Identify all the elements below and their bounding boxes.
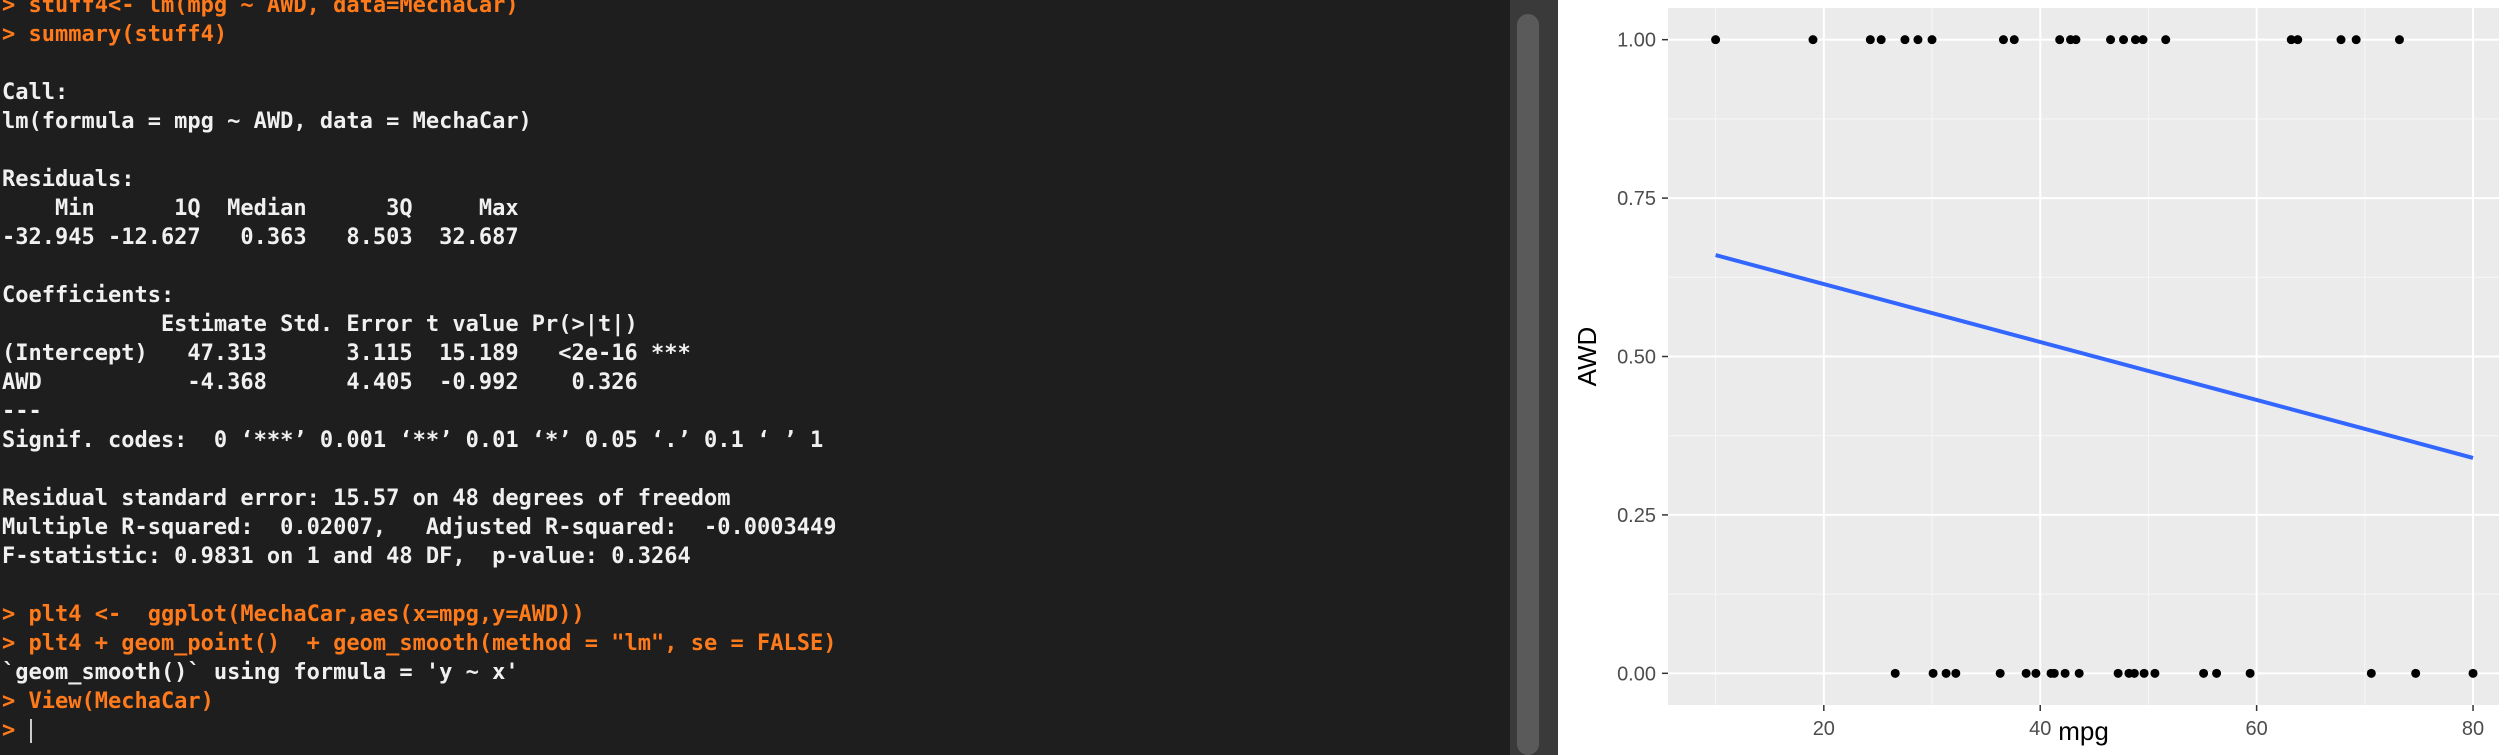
console-output-line: --- (2, 399, 42, 424)
console-output-line: F-statistic: 0.9831 on 1 and 48 DF, p-va… (2, 544, 691, 569)
console-output-line: Residuals: (2, 167, 135, 192)
scatter-plot: 20 40 60 80 0.00 0.25 0.50 0.75 1.00 mpg AWD (1572, 8, 2499, 746)
data-point (2113, 668, 2123, 678)
data-point (1865, 35, 1875, 45)
data-point (2212, 668, 2222, 678)
console-command-line: > plt4 + geom_point() + geom_smooth(meth… (2, 631, 837, 656)
y-tick-label: 0.25 (1617, 505, 1656, 527)
data-point (1876, 35, 1886, 45)
data-point (2055, 35, 2065, 45)
data-point (1808, 35, 1818, 45)
data-point (2139, 668, 2149, 678)
data-point (1941, 668, 1951, 678)
data-point (1913, 35, 1923, 45)
y-axis-title: AWD (1572, 327, 1602, 387)
console-output-line: lm(formula = mpg ~ AWD, data = MechaCar) (2, 109, 532, 134)
data-point (2021, 668, 2031, 678)
console-command-line: > (2, 718, 29, 743)
console-command-line: > plt4 <- ggplot(MechaCar,aes(x=mpg,y=AW… (2, 602, 585, 627)
console-output-line: Min 1Q Median 3Q Max (2, 196, 532, 221)
data-point (2351, 35, 2361, 45)
data-point (2060, 668, 2070, 678)
console-output-line: Estimate Std. Error t value Pr(>|t|) (2, 312, 691, 337)
console-output-line: AWD -4.368 4.405 -0.992 0.326 (2, 370, 691, 395)
console-output-line: (Intercept) 47.313 3.115 15.189 <2e-16 *… (2, 341, 691, 366)
console-scrollbar[interactable] (1517, 14, 1539, 755)
y-tick-label: 1.00 (1617, 30, 1656, 52)
data-point (1951, 668, 1961, 678)
data-point (2468, 668, 2478, 678)
console-output-line: `geom_smooth()` using formula = 'y ~ x' (2, 660, 519, 685)
console-output-line: Call: (2, 80, 69, 105)
data-point (2009, 35, 2019, 45)
data-point (1890, 668, 1900, 678)
text-cursor (30, 719, 32, 743)
data-point (2071, 35, 2081, 45)
data-point (2245, 668, 2255, 678)
data-point (1711, 35, 1721, 45)
data-point (1998, 35, 2008, 45)
data-point (1995, 668, 2005, 678)
r-console[interactable]: > stuff4<- lm(mpg ~ AWD, data=MechaCar) >… (0, 0, 1510, 755)
data-point (2199, 668, 2209, 678)
x-tick-label: 60 (2246, 718, 2268, 740)
console-command-line: > View(MechaCar) (2, 689, 214, 714)
data-point (1927, 35, 1937, 45)
x-tick-label: 40 (2029, 718, 2051, 740)
data-point (2394, 35, 2404, 45)
data-point (2106, 35, 2116, 45)
x-tick-label: 80 (2462, 718, 2484, 740)
data-point (1928, 668, 1938, 678)
console-output-line: Residual standard error: 15.57 on 48 deg… (2, 486, 731, 511)
data-point (2049, 668, 2059, 678)
console-command-line: > stuff4<- lm(mpg ~ AWD, data=MechaCar) (2, 0, 519, 18)
x-tick-label: 20 (1813, 718, 1835, 740)
data-point (2336, 35, 2346, 45)
data-point (2161, 35, 2171, 45)
data-point (2129, 668, 2139, 678)
console-command-line: > summary(stuff4) (2, 22, 228, 47)
data-point (2138, 35, 2148, 45)
x-axis-title: mpg (2058, 716, 2109, 746)
console-output-line: Signif. codes: 0 ‘***’ 0.001 ‘**’ 0.01 ‘… (2, 428, 824, 453)
y-tick-label: 0.75 (1617, 188, 1656, 210)
data-point (2119, 35, 2129, 45)
console-output-line: Coefficients: (2, 283, 175, 308)
data-point (2293, 35, 2303, 45)
console-output-line: -32.945 -12.627 0.363 8.503 32.687 (2, 225, 532, 250)
y-tick-label: 0.00 (1617, 663, 1656, 685)
console-output-line: Multiple R-squared: 0.02007, Adjusted R-… (2, 515, 850, 540)
y-tick-label: 0.50 (1617, 347, 1656, 369)
data-point (2411, 668, 2421, 678)
data-point (2366, 668, 2376, 678)
data-point (2150, 668, 2160, 678)
data-point (2031, 668, 2041, 678)
data-point (1900, 35, 1910, 45)
data-point (2074, 668, 2084, 678)
